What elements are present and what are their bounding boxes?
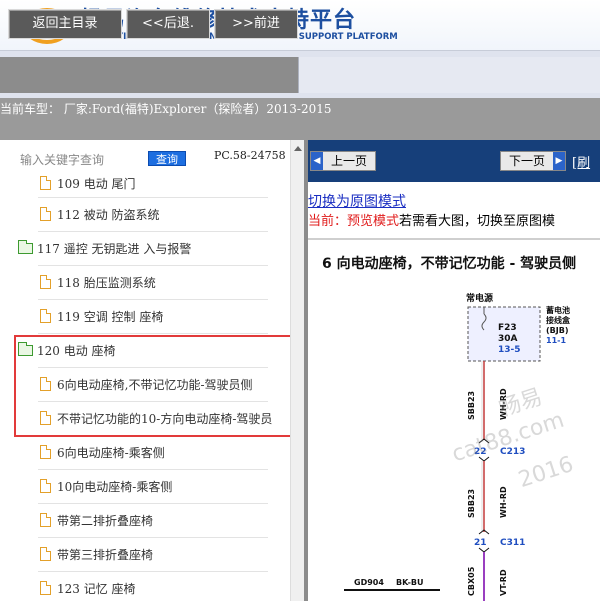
switch-original-link[interactable]: 切换为原图模式: [308, 191, 406, 211]
tree-item-label: 带第二排折叠座椅: [57, 513, 154, 528]
tree-item-label: 118 胎压监测系统: [57, 275, 156, 290]
wiring-diagram: 常电源 F23 30A 13-5 蓄电池 接线盒 (BJB) 11-1 SBB2…: [344, 292, 571, 601]
tree-item-label: 112 被动 防盗系统: [57, 207, 160, 222]
pin-2: 21: [474, 538, 487, 548]
next-page-button[interactable]: 下一页 ▶: [500, 151, 566, 171]
tree-item-label: 119 空调 控制 座椅: [57, 309, 164, 324]
tree-item-label: 109 电动 尾门: [57, 176, 136, 191]
tree-item[interactable]: 10向电动座椅-乘客侧: [40, 476, 172, 496]
tree-item[interactable]: 123 记忆 座椅: [40, 578, 136, 598]
bjb-label-1: 蓄电池: [546, 305, 570, 315]
tree-item-label: 6向电动座椅-乘客侧: [57, 445, 165, 460]
wire-1-id: SBB23: [467, 391, 476, 420]
tree-item-label: 10向电动座椅-乘客侧: [57, 479, 173, 494]
document-icon: [40, 309, 51, 323]
forward-button[interactable]: >>前进: [214, 9, 298, 39]
search-button[interactable]: 查询: [148, 151, 186, 166]
ground-id: GD904: [354, 578, 384, 587]
arrow-right-icon: ▶: [553, 152, 565, 170]
document-icon: [40, 479, 51, 493]
page-nav-bar: ◀ 上一页 下一页 ▶ [刷: [308, 140, 600, 182]
highlight-annotation-box: [14, 335, 290, 437]
refresh-link[interactable]: [刷: [572, 152, 590, 171]
document-icon: [40, 547, 51, 561]
wire-2-id: SBB23: [467, 489, 476, 518]
connector-2: C311: [500, 538, 525, 548]
document-icon: [40, 275, 51, 289]
tree-item[interactable]: 6向电动座椅-乘客侧: [40, 442, 165, 462]
wire-3-color: VT-RD: [499, 569, 508, 596]
search-row: 输入关键字查询 查询 PC.58-24758: [0, 140, 290, 176]
left-tree-panel: 输入关键字查询 查询 PC.58-24758 109 电动 尾门 112 被动 …: [0, 140, 290, 601]
tree-scrollbar[interactable]: [290, 140, 304, 601]
arrow-left-icon: ◀: [311, 152, 323, 170]
search-input[interactable]: 输入关键字查询: [20, 151, 104, 168]
back-button[interactable]: <<后退.: [126, 9, 210, 39]
current-model-bar: 当前车型： 厂家:Ford(福特)Explorer（探险者）2013-2015: [0, 98, 600, 140]
tree-item-label: 123 记忆 座椅: [57, 581, 136, 596]
scroll-up-icon[interactable]: [294, 146, 302, 151]
wire-2-color: WH-RD: [499, 486, 508, 518]
home-button[interactable]: 返回主目录: [8, 9, 122, 39]
document-icon: [40, 176, 51, 190]
preview-mode-note: 当前：预览模式若需看大图，切换至原图模: [308, 214, 556, 229]
fuse-id: F23: [498, 323, 517, 333]
tree-item-label: 117 遥控 无钥匙进 入与报警: [37, 241, 192, 256]
toolbar: [0, 50, 600, 98]
pc-code: PC.58-24758: [214, 149, 286, 162]
diagram-title: 6 向电动座椅，不带记忆功能 - 驾驶员侧: [322, 256, 577, 272]
document-icon: [40, 207, 51, 221]
document-icon: [40, 581, 51, 595]
tree-item[interactable]: 带第二排折叠座椅: [40, 510, 153, 530]
always-power-label: 常电源: [466, 292, 493, 304]
tree-item[interactable]: 118 胎压监测系统: [40, 272, 156, 292]
fuse-ref: 13-5: [498, 345, 521, 355]
tree-item[interactable]: 112 被动 防盗系统: [40, 204, 160, 224]
tree-item[interactable]: 119 空调 控制 座椅: [40, 306, 163, 326]
diagram-viewer: ◀ 上一页 下一页 ▶ [刷 切换为原图模式 当前：预览模式若需看大图，切换至原…: [308, 140, 600, 601]
document-icon: [40, 445, 51, 459]
fuse-rating: 30A: [498, 334, 518, 344]
bjb-ref: 11-1: [546, 336, 566, 345]
folder-open-icon: [18, 239, 33, 254]
wire-3-id: CBX05: [467, 566, 476, 596]
prev-page-button[interactable]: ◀ 上一页: [310, 151, 376, 171]
tree-item-label: 带第三排折叠座椅: [57, 547, 154, 562]
tree-item[interactable]: 带第三排折叠座椅: [40, 544, 153, 564]
document-icon: [40, 513, 51, 527]
tree-item[interactable]: 109 电动 尾门: [40, 173, 136, 193]
bjb-label-3: (BJB): [546, 326, 568, 335]
current-model-text: 当前车型： 厂家:Ford(福特)Explorer（探险者）2013-2015: [0, 102, 332, 116]
bjb-label-2: 接线盒: [546, 315, 571, 325]
tree-folder[interactable]: 117 遥控 无钥匙进 入与报警: [18, 238, 191, 258]
ground-color: BK-BU: [396, 578, 424, 587]
